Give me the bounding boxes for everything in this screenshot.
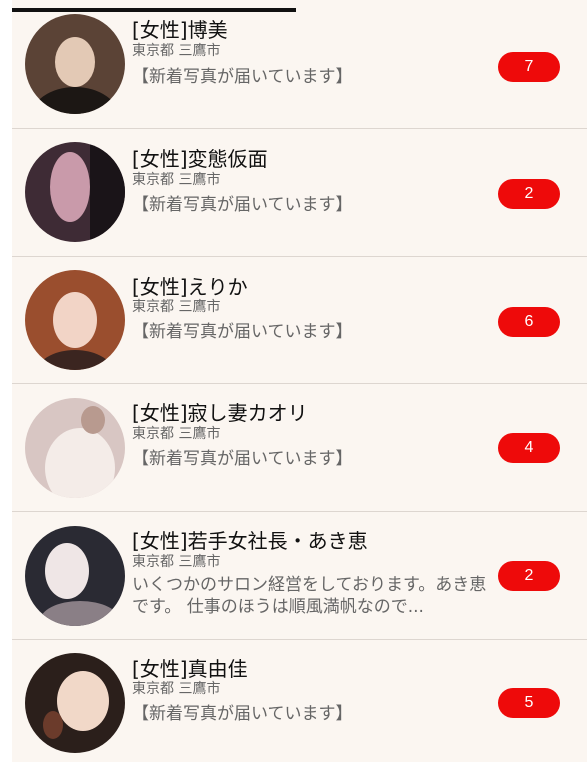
list-item[interactable]: [女性]変態仮面 東京都 三鷹市 【新着写真が届いています】 2 <box>12 129 587 257</box>
unread-count-badge: 5 <box>498 688 560 718</box>
user-name: [女性]寂し妻カオリ <box>132 401 308 425</box>
list-item[interactable]: [女性]博美 東京都 三鷹市 【新着写真が届いています】 7 <box>12 0 587 129</box>
user-location: 東京都 三鷹市 <box>132 426 221 442</box>
avatar-face <box>81 406 105 434</box>
avatar-detail <box>43 711 63 739</box>
message-preview: 【新着写真が届いています】 <box>132 195 353 215</box>
list-item[interactable]: [女性]若手女社長・あき恵 東京都 三鷹市 いくつかのサロン経営をしております。… <box>12 512 587 640</box>
avatar-face <box>45 543 89 599</box>
avatar-detail <box>50 152 90 222</box>
user-location: 東京都 三鷹市 <box>132 681 221 697</box>
unread-count-badge: 2 <box>498 561 560 591</box>
message-preview: 【新着写真が届いています】 <box>132 67 353 87</box>
avatar <box>25 398 125 498</box>
message-list: [女性]博美 東京都 三鷹市 【新着写真が届いています】 7 [女性]変態仮面 … <box>12 0 587 762</box>
user-location: 東京都 三鷹市 <box>132 43 221 59</box>
avatar <box>25 270 125 370</box>
list-item[interactable]: [女性]真由佳 東京都 三鷹市 【新着写真が届いています】 5 <box>12 640 587 762</box>
list-item[interactable]: [女性]寂し妻カオリ 東京都 三鷹市 【新着写真が届いています】 4 <box>12 384 587 512</box>
user-location: 東京都 三鷹市 <box>132 299 221 315</box>
message-preview: 【新着写真が届いています】 <box>132 322 353 342</box>
user-name: [女性]博美 <box>132 18 228 42</box>
user-name: [女性]真由佳 <box>132 657 248 681</box>
avatar <box>25 526 125 626</box>
user-name: [女性]若手女社長・あき恵 <box>132 529 368 553</box>
avatar-shadow <box>90 142 125 242</box>
avatar <box>25 14 125 114</box>
message-preview: 【新着写真が届いています】 <box>132 449 353 469</box>
user-location: 東京都 三鷹市 <box>132 172 221 188</box>
avatar-face <box>57 671 109 731</box>
unread-count-badge: 4 <box>498 433 560 463</box>
avatar-face <box>55 37 95 87</box>
user-name: [女性]変態仮面 <box>132 147 268 171</box>
user-location: 東京都 三鷹市 <box>132 554 221 570</box>
unread-count-badge: 7 <box>498 52 560 82</box>
avatar <box>25 142 125 242</box>
avatar <box>25 653 125 753</box>
list-item[interactable]: [女性]えりか 東京都 三鷹市 【新着写真が届いています】 6 <box>12 257 587 384</box>
unread-count-badge: 2 <box>498 179 560 209</box>
message-preview: いくつかのサロン経営をしております。あき恵です。 仕事のほうは順風満帆なので..… <box>132 575 487 617</box>
avatar-face <box>53 292 97 348</box>
top-divider <box>12 8 296 12</box>
message-preview: 【新着写真が届いています】 <box>132 704 353 724</box>
unread-count-badge: 6 <box>498 307 560 337</box>
user-name: [女性]えりか <box>132 275 248 299</box>
